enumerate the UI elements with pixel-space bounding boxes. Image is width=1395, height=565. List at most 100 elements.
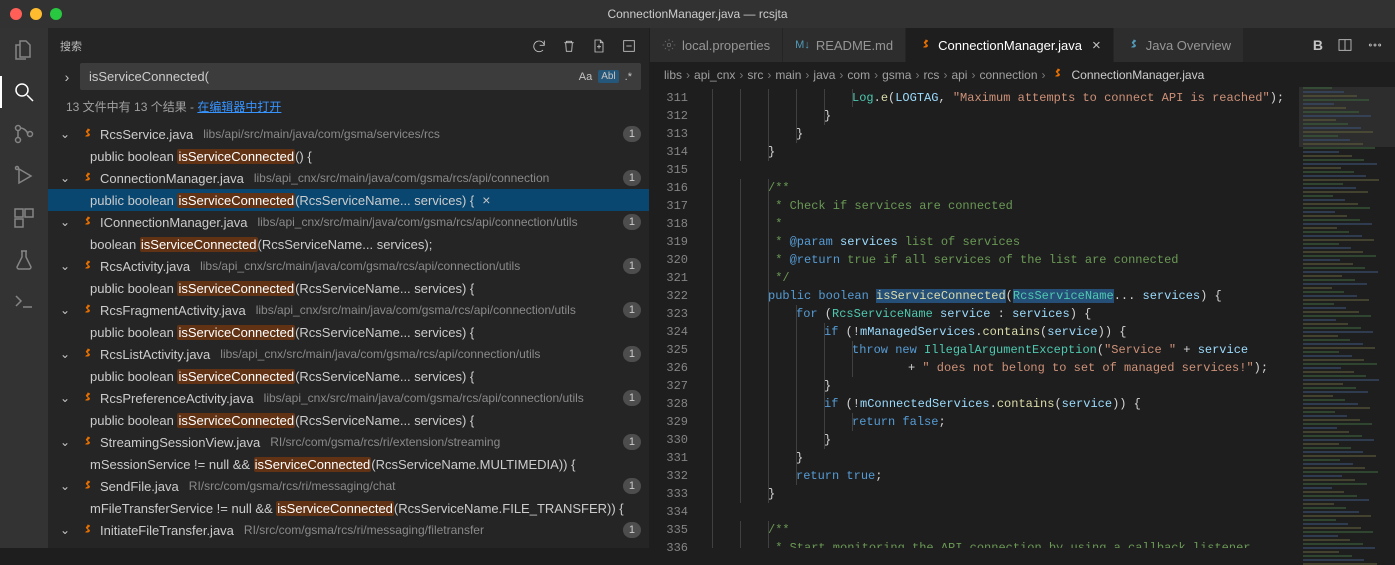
result-file-name: InitiateFileTransfer.java: [100, 523, 234, 538]
tab[interactable]: local.properties: [650, 28, 783, 62]
dismiss-icon[interactable]: ×: [482, 192, 490, 208]
terminal-activity[interactable]: [0, 290, 48, 314]
editor-area: local.propertiesM↓README.mdConnectionMan…: [650, 28, 1395, 548]
scm-activity[interactable]: [0, 122, 48, 146]
chevron-down-icon[interactable]: ⌄: [60, 303, 74, 317]
tab[interactable]: M↓README.md: [783, 28, 906, 62]
java-file-icon: [80, 391, 94, 405]
search-panel: 搜索 › isServiceConnected( Aa Abl .* 13 文件…: [48, 28, 650, 548]
result-line[interactable]: public boolean isServiceConnected(RcsSer…: [48, 189, 649, 211]
code-editor[interactable]: 3113123133143153163173183193203213223233…: [650, 87, 1395, 548]
result-count-badge: 1: [623, 346, 641, 362]
toggle-replace-icon[interactable]: ›: [60, 69, 74, 85]
chevron-down-icon[interactable]: ⌄: [60, 479, 74, 493]
split-editor-icon[interactable]: [1337, 37, 1353, 53]
window-title: ConnectionManager.java — rcsjta: [607, 7, 787, 21]
breadcrumb[interactable]: libs›api_cnx›src›main›java›com›gsma›rcs›…: [650, 63, 1395, 87]
explorer-activity[interactable]: [0, 38, 48, 62]
extensions-icon: [12, 206, 36, 230]
breadcrumb-segment[interactable]: gsma: [882, 68, 911, 82]
minimize-window-icon[interactable]: [30, 8, 42, 20]
breadcrumb-segment[interactable]: api_cnx: [694, 68, 735, 82]
result-file[interactable]: ⌄RcsListActivity.javalibs/api_cnx/src/ma…: [48, 343, 649, 365]
refresh-icon[interactable]: [531, 38, 547, 54]
result-count-badge: 1: [623, 214, 641, 230]
testing-activity[interactable]: [0, 248, 48, 272]
breadcrumb-segment[interactable]: src: [747, 68, 763, 82]
tab[interactable]: ConnectionManager.java×: [906, 28, 1114, 62]
search-activity[interactable]: [0, 80, 48, 104]
result-line[interactable]: public boolean isServiceConnected(RcsSer…: [48, 321, 649, 343]
result-line[interactable]: mSessionService != null && isServiceConn…: [48, 453, 649, 475]
result-file[interactable]: ⌄RcsService.javalibs/api/src/main/java/c…: [48, 123, 649, 145]
result-file-name: RcsActivity.java: [100, 259, 190, 274]
tab-label: local.properties: [682, 38, 770, 53]
clear-icon[interactable]: [561, 38, 577, 54]
breadcrumb-segment[interactable]: connection: [979, 68, 1037, 82]
tab[interactable]: Java Overview: [1114, 28, 1244, 62]
result-file[interactable]: ⌄InitiateFileTransfer.javaRI/src/com/gsm…: [48, 519, 649, 541]
java-file-icon: [80, 523, 94, 537]
java-file-icon: [80, 303, 94, 317]
maximize-window-icon[interactable]: [50, 8, 62, 20]
result-file-name: RcsListActivity.java: [100, 347, 210, 362]
result-count-badge: 1: [623, 302, 641, 318]
window-controls: [10, 8, 62, 20]
close-icon[interactable]: ×: [1092, 37, 1101, 54]
close-window-icon[interactable]: [10, 8, 22, 20]
breadcrumb-separator-icon: ›: [915, 68, 919, 82]
result-file[interactable]: ⌄StreamingSessionView.javaRI/src/com/gsm…: [48, 431, 649, 453]
result-file[interactable]: ⌄SendFile.javaRI/src/com/gsma/rcs/ri/mes…: [48, 475, 649, 497]
java-file-icon: [918, 38, 932, 52]
breadcrumb-segment[interactable]: com: [847, 68, 870, 82]
regex-icon[interactable]: .*: [625, 71, 632, 83]
result-file[interactable]: ⌄ConnectionManager.javalibs/api_cnx/src/…: [48, 167, 649, 189]
chevron-down-icon[interactable]: ⌄: [60, 523, 74, 537]
more-icon[interactable]: [1367, 37, 1383, 53]
source-control-icon: [12, 122, 36, 146]
result-line[interactable]: public boolean isServiceConnected(RcsSer…: [48, 409, 649, 431]
result-file[interactable]: ⌄IConnectionManager.javalibs/api_cnx/src…: [48, 211, 649, 233]
chevron-down-icon[interactable]: ⌄: [60, 435, 74, 449]
chevron-down-icon[interactable]: ⌄: [60, 127, 74, 141]
java-file-icon: [80, 127, 94, 141]
open-in-editor-link[interactable]: 在编辑器中打开: [197, 100, 281, 114]
whole-word-icon[interactable]: Abl: [598, 70, 618, 83]
new-file-icon[interactable]: [591, 38, 607, 54]
collapse-icon[interactable]: [621, 38, 637, 54]
case-sensitive-icon[interactable]: Aa: [579, 71, 592, 83]
chevron-down-icon[interactable]: ⌄: [60, 171, 74, 185]
chevron-down-icon[interactable]: ⌄: [60, 347, 74, 361]
search-results[interactable]: ⌄RcsService.javalibs/api/src/main/java/c…: [48, 123, 649, 548]
chevron-down-icon[interactable]: ⌄: [60, 391, 74, 405]
result-file[interactable]: ⌄RcsPreferenceActivity.javalibs/api_cnx/…: [48, 387, 649, 409]
result-file[interactable]: ⌄RcsFragmentActivity.javalibs/api_cnx/sr…: [48, 299, 649, 321]
minimap[interactable]: [1299, 87, 1395, 548]
bold-action[interactable]: B: [1313, 37, 1323, 53]
line-numbers: 3113123133143153163173183193203213223233…: [650, 87, 702, 548]
java-file-icon: [80, 259, 94, 273]
search-title: 搜索: [60, 38, 523, 54]
extensions-activity[interactable]: [0, 206, 48, 230]
result-line[interactable]: public boolean isServiceConnected(RcsSer…: [48, 365, 649, 387]
result-line[interactable]: mFileTransferService != null && isServic…: [48, 497, 649, 519]
search-input[interactable]: isServiceConnected( Aa Abl .*: [80, 63, 641, 90]
chevron-down-icon[interactable]: ⌄: [60, 259, 74, 273]
result-line[interactable]: public boolean isServiceConnected(RcsSer…: [48, 277, 649, 299]
terminal-icon: [12, 290, 36, 314]
result-file-name: RcsFragmentActivity.java: [100, 303, 246, 318]
breadcrumb-segment[interactable]: api: [951, 68, 967, 82]
result-line[interactable]: public boolean isServiceConnected() {: [48, 145, 649, 167]
breadcrumb-segment[interactable]: ConnectionManager.java: [1072, 68, 1205, 82]
breadcrumb-segment[interactable]: main: [775, 68, 801, 82]
run-activity[interactable]: [0, 164, 48, 188]
code-body[interactable]: Log.e(LOGTAG, "Maximum attempts to conne…: [702, 87, 1299, 548]
breadcrumb-segment[interactable]: libs: [664, 68, 682, 82]
search-header: 搜索: [48, 28, 649, 63]
breadcrumb-segment[interactable]: rcs: [923, 68, 939, 82]
breadcrumb-segment[interactable]: java: [813, 68, 835, 82]
chevron-down-icon[interactable]: ⌄: [60, 215, 74, 229]
search-summary: 13 文件中有 13 个结果 - 在编辑器中打开: [48, 90, 649, 123]
result-line[interactable]: boolean isServiceConnected(RcsServiceNam…: [48, 233, 649, 255]
result-file[interactable]: ⌄RcsActivity.javalibs/api_cnx/src/main/j…: [48, 255, 649, 277]
